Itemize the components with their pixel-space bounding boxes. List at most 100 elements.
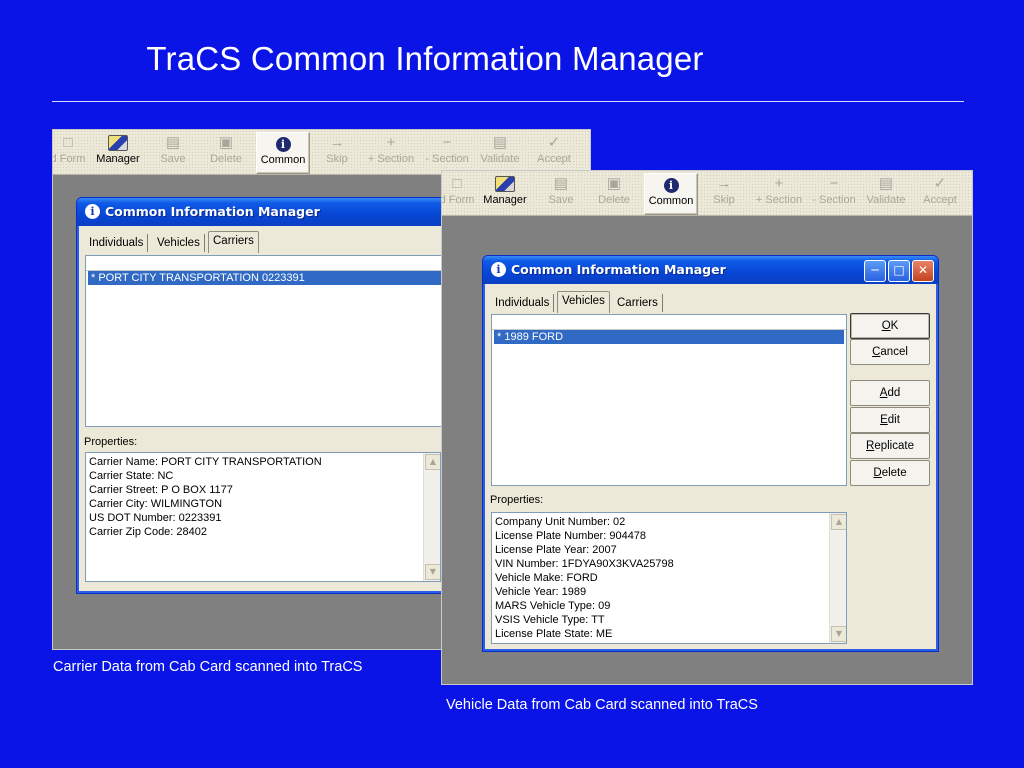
info-icon: i: [663, 177, 679, 193]
delete-mnemonic: D: [873, 467, 882, 479]
properties-list: Carrier Name: PORT CITY TRANSPORTATION C…: [86, 453, 440, 539]
common-button[interactable]: i Common: [644, 173, 698, 215]
carrier-list[interactable]: * PORT CITY TRANSPORTATION 0223391: [85, 255, 447, 427]
add-button[interactable]: Add: [850, 380, 930, 406]
cancel-label: ancel: [880, 346, 908, 358]
manager-button[interactable]: Manager: [93, 132, 143, 172]
add-section-button[interactable]: + + Section: [751, 173, 807, 213]
properties-box[interactable]: Company Unit Number: 02 License Plate Nu…: [491, 512, 847, 644]
tab-individuals[interactable]: Individuals: [85, 234, 149, 252]
title-divider: [52, 101, 964, 102]
tab-strip: Individuals Vehicles Carriers: [85, 231, 485, 254]
scroll-up-icon[interactable]: ▲: [425, 454, 440, 470]
vehicle-screenshot: □ d Form Manager ▤ Save ▣ Delete i Commo…: [441, 170, 973, 685]
scroll-down-icon[interactable]: ▼: [831, 626, 846, 642]
property-line: Carrier Zip Code: 28402: [89, 526, 208, 538]
ok-label: K: [890, 320, 899, 332]
property-line: Vehicle Make: FORD: [495, 572, 598, 584]
manager-icon: [93, 133, 143, 153]
list-item[interactable]: * PORT CITY TRANSPORTATION 0223391: [88, 271, 444, 285]
button-label: Save: [548, 194, 574, 206]
add-section-button[interactable]: + + Section: [363, 132, 419, 172]
properties-list: Company Unit Number: 02 License Plate Nu…: [492, 513, 846, 641]
common-button[interactable]: i Common: [256, 132, 310, 174]
button-label: Manager: [96, 153, 140, 165]
scroll-down-icon[interactable]: ▼: [425, 564, 440, 580]
common-info-dialog-vehicles: i Common Information Manager ─ □ ✕ Indiv…: [482, 255, 939, 652]
button-label: Delete: [210, 153, 242, 165]
property-line: License Plate State: ME: [495, 628, 613, 640]
tab-carriers[interactable]: Carriers: [613, 294, 663, 312]
check-icon: ✓: [933, 175, 947, 192]
remove-section-button[interactable]: − - Section: [421, 132, 473, 172]
slide-title: TraCS Common Information Manager: [0, 40, 900, 78]
button-label: + Section: [367, 153, 415, 165]
skip-button[interactable]: → Skip: [317, 132, 357, 172]
delete-button[interactable]: ▣ Delete: [205, 132, 247, 172]
accept-button[interactable]: ✓ Accept: [531, 132, 577, 172]
delete-button[interactable]: ▣ Delete: [593, 173, 635, 213]
property-line: VIN Number: 1FDYA90X3KVA25798: [495, 558, 674, 570]
validate-button[interactable]: ▤ Validate: [477, 132, 523, 172]
validate-button[interactable]: ▤ Validate: [863, 173, 909, 213]
form-icon: □: [452, 175, 462, 192]
delete-button[interactable]: Delete: [850, 460, 930, 486]
manager-icon: [480, 174, 530, 194]
cancel-button[interactable]: Cancel: [850, 339, 930, 365]
dialog-titlebar[interactable]: i Common Information Manager ─ □ ✕: [483, 256, 938, 284]
properties-label: Properties:: [84, 436, 138, 448]
save-button[interactable]: ▤ Save: [153, 132, 193, 172]
slide-title-text: TraCS Common Information Manager: [146, 40, 704, 77]
ok-mnemonic: O: [881, 320, 891, 332]
skip-button[interactable]: → Skip: [704, 173, 744, 213]
tab-individuals[interactable]: Individuals: [491, 294, 555, 312]
button-label: Accept: [537, 153, 571, 165]
manager-button[interactable]: Manager: [480, 173, 530, 213]
tab-carriers[interactable]: Carriers: [208, 231, 259, 253]
save-icon: ▤: [165, 134, 181, 151]
property-line: Carrier State: NC: [89, 470, 174, 482]
properties-box[interactable]: Carrier Name: PORT CITY TRANSPORTATION C…: [85, 452, 441, 582]
save-button[interactable]: ▤ Save: [541, 173, 581, 213]
tab-vehicles[interactable]: Vehicles: [153, 234, 205, 252]
property-line: Carrier Street: P O BOX 1177: [89, 484, 233, 496]
replicate-label: eplicate: [874, 440, 914, 452]
delete-icon: ▣: [218, 134, 234, 151]
maximize-icon[interactable]: □: [888, 260, 910, 282]
button-label: Manager: [483, 194, 527, 206]
info-icon: i: [275, 136, 291, 152]
form-button[interactable]: □ d Form: [442, 173, 478, 213]
scroll-up-icon[interactable]: ▲: [831, 514, 846, 530]
vehicle-list[interactable]: * 1989 FORD: [491, 314, 847, 486]
remove-section-button[interactable]: − - Section: [808, 173, 860, 213]
property-line: VSIS Vehicle Type: TT: [495, 614, 605, 626]
property-line: Company Unit Number: 02: [495, 516, 626, 528]
properties-scrollbar[interactable]: ▲ ▼: [829, 513, 846, 643]
close-icon[interactable]: ✕: [912, 260, 934, 282]
accept-button[interactable]: ✓ Accept: [917, 173, 963, 213]
validate-icon: ▤: [878, 175, 894, 192]
button-label: - Section: [812, 194, 856, 206]
minus-icon: −: [442, 134, 452, 151]
edit-button[interactable]: Edit: [850, 407, 930, 433]
list-item[interactable]: * 1989 FORD: [494, 330, 844, 344]
replicate-button[interactable]: Replicate: [850, 433, 930, 459]
property-line: License Plate Year: 2007: [495, 544, 617, 556]
button-label: Common: [260, 154, 306, 166]
form-button[interactable]: □ d Form: [53, 132, 89, 172]
button-label: Skip: [713, 194, 735, 206]
button-label: - Section: [425, 153, 469, 165]
properties-scrollbar[interactable]: ▲ ▼: [423, 453, 440, 581]
list-header: [492, 315, 846, 330]
ok-button[interactable]: OK: [850, 313, 930, 339]
form-icon: □: [63, 134, 73, 151]
list-header: [86, 256, 446, 271]
plus-icon: +: [774, 175, 784, 192]
edit-label: dit: [887, 414, 900, 426]
minus-icon: −: [829, 175, 839, 192]
button-label: Save: [160, 153, 186, 165]
arrow-right-icon: →: [329, 134, 345, 151]
dialog-title: Common Information Manager: [511, 262, 726, 277]
tab-vehicles[interactable]: Vehicles: [557, 291, 610, 313]
minimize-icon[interactable]: ─: [864, 260, 886, 282]
